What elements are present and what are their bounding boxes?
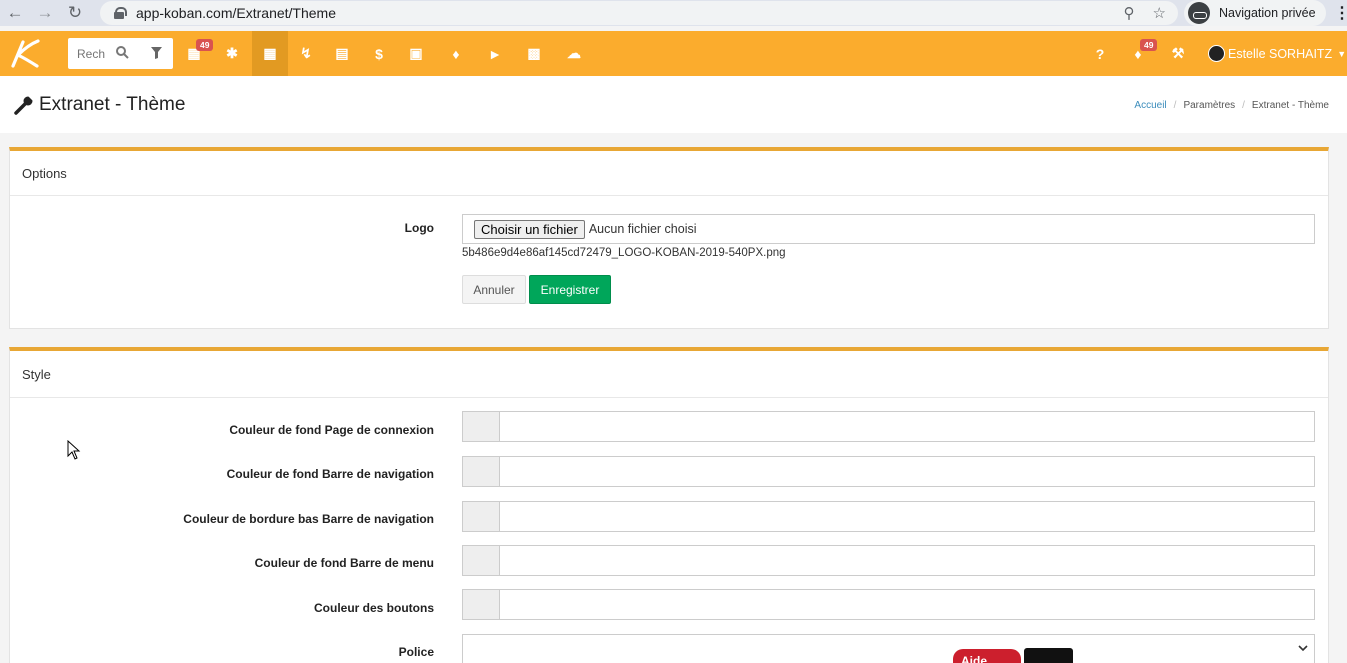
page-title: Extranet - Thème	[14, 94, 185, 116]
font-label: Police	[398, 645, 434, 659]
menubar-bg-color-input[interactable]	[462, 545, 1315, 576]
save-button[interactable]: Enregistrer	[529, 275, 611, 304]
incognito-icon	[1188, 2, 1210, 24]
calendar-icon[interactable]: ▦	[176, 31, 212, 76]
avatar	[1208, 45, 1225, 62]
buttons-color-label: Couleur des boutons	[314, 601, 434, 615]
bolt-icon[interactable]: ↯	[288, 31, 324, 76]
koban-logo[interactable]	[6, 35, 42, 71]
forward-arrow-icon[interactable]: →	[30, 0, 60, 26]
style-panel-title: Style	[10, 351, 1328, 398]
wrench-icon[interactable]: ⚒	[1160, 31, 1196, 76]
breadcrumb-current: Extranet - Thème	[1251, 100, 1329, 111]
breadcrumb-settings[interactable]: Paramètres	[1183, 100, 1235, 111]
url-text: app-koban.com/Extranet/Theme	[136, 5, 336, 21]
help-widget-button[interactable]: Aide	[953, 649, 1021, 663]
building-icon[interactable]: ▦	[252, 31, 288, 76]
briefcase-icon[interactable]: ▣	[398, 31, 434, 76]
private-browsing-badge[interactable]: Navigation privée	[1184, 0, 1326, 26]
choose-file-button[interactable]: Choisir un fichier	[474, 219, 585, 239]
buttons-color-input[interactable]	[462, 589, 1315, 620]
chevron-down-icon: ▼	[1337, 48, 1347, 59]
search-icon[interactable]	[116, 46, 129, 59]
notifications-badge: 49	[1140, 39, 1158, 51]
navbar-bg-color-label: Couleur de fond Barre de navigation	[226, 467, 434, 481]
login-bg-color-input[interactable]	[462, 411, 1315, 442]
money-icon[interactable]: ▤	[324, 31, 360, 76]
lock-icon	[114, 7, 127, 19]
options-panel-title: Options	[10, 151, 1328, 196]
filter-icon[interactable]	[151, 47, 162, 59]
mouse-cursor-icon	[67, 440, 81, 460]
puzzle-icon[interactable]: ▩	[516, 31, 552, 76]
logo-file-input[interactable]: Choisir un fichier Aucun fichier choisi	[462, 214, 1315, 244]
breadcrumb: Accueil / Paramètres / Extranet - Thème	[1134, 100, 1329, 111]
puzzle-settings-icon[interactable]: ✱	[214, 31, 250, 76]
calendar-badge: 49	[196, 39, 214, 51]
font-select[interactable]	[462, 634, 1315, 663]
tag-icon[interactable]: ♦	[438, 31, 474, 76]
browser-menu-icon[interactable]: ⋮	[1334, 3, 1347, 23]
zoom-icon[interactable]: ⚲	[1124, 4, 1135, 22]
page-title-text: Extranet - Thème	[39, 94, 186, 115]
address-bar[interactable]: app-koban.com/Extranet/Theme ⚲ ☆	[100, 1, 1178, 25]
wrench-icon	[14, 96, 33, 115]
navbar-border-color-label: Couleur de bordure bas Barre de navigati…	[183, 512, 434, 526]
breadcrumb-home[interactable]: Accueil	[1134, 100, 1166, 111]
search-input[interactable]	[77, 46, 105, 61]
app-navbar: ▦ 49 ✱ ▦ ↯ ▤ $ ▣ ♦ ► ▩ ☁ ? ♦ 49 ⚒ Estell…	[0, 31, 1347, 76]
color-swatch[interactable]	[463, 457, 500, 486]
back-arrow-icon[interactable]: ←	[0, 0, 30, 26]
color-swatch[interactable]	[463, 546, 500, 575]
color-swatch[interactable]	[463, 412, 500, 441]
no-file-text: Aucun fichier choisi	[588, 222, 697, 236]
private-label: Navigation privée	[1219, 6, 1316, 20]
logo-label: Logo	[404, 221, 434, 235]
page-header: Extranet - Thème Accueil / Paramètres / …	[0, 76, 1347, 133]
color-swatch[interactable]	[463, 590, 500, 619]
dollar-icon[interactable]: $	[361, 31, 397, 76]
breadcrumb-separator: /	[1242, 100, 1245, 111]
user-menu[interactable]: Estelle SORHAITZ ▼	[1208, 31, 1346, 76]
chevron-down-icon	[1298, 645, 1308, 652]
bell-icon[interactable]: ♦	[1120, 31, 1156, 76]
help-icon[interactable]: ?	[1082, 31, 1118, 76]
user-name: Estelle SORHAITZ	[1228, 46, 1333, 61]
cancel-button[interactable]: Annuler	[462, 275, 526, 304]
options-panel: Options Logo Choisir un fichier Aucun fi…	[9, 147, 1329, 329]
style-panel: Style Couleur de fond Page de connexion …	[9, 347, 1329, 663]
help-widget-label: Aide	[961, 654, 988, 663]
bullhorn-icon[interactable]: ►	[477, 31, 513, 76]
extension-widget[interactable]	[1024, 648, 1073, 663]
navbar-border-color-input[interactable]	[462, 501, 1315, 532]
reload-icon[interactable]: ↻	[60, 0, 90, 26]
bookmark-star-icon[interactable]: ☆	[1153, 4, 1166, 22]
color-swatch[interactable]	[463, 502, 500, 531]
breadcrumb-separator: /	[1173, 100, 1177, 111]
current-logo-filename: 5b486e9d4e86af145cd72479_LOGO-KOBAN-2019…	[462, 247, 786, 259]
cloud-icon[interactable]: ☁	[556, 31, 592, 76]
login-bg-color-label: Couleur de fond Page de connexion	[229, 423, 434, 437]
navbar-bg-color-input[interactable]	[462, 456, 1315, 487]
menubar-bg-color-label: Couleur de fond Barre de menu	[254, 556, 434, 570]
search-box	[68, 38, 173, 69]
